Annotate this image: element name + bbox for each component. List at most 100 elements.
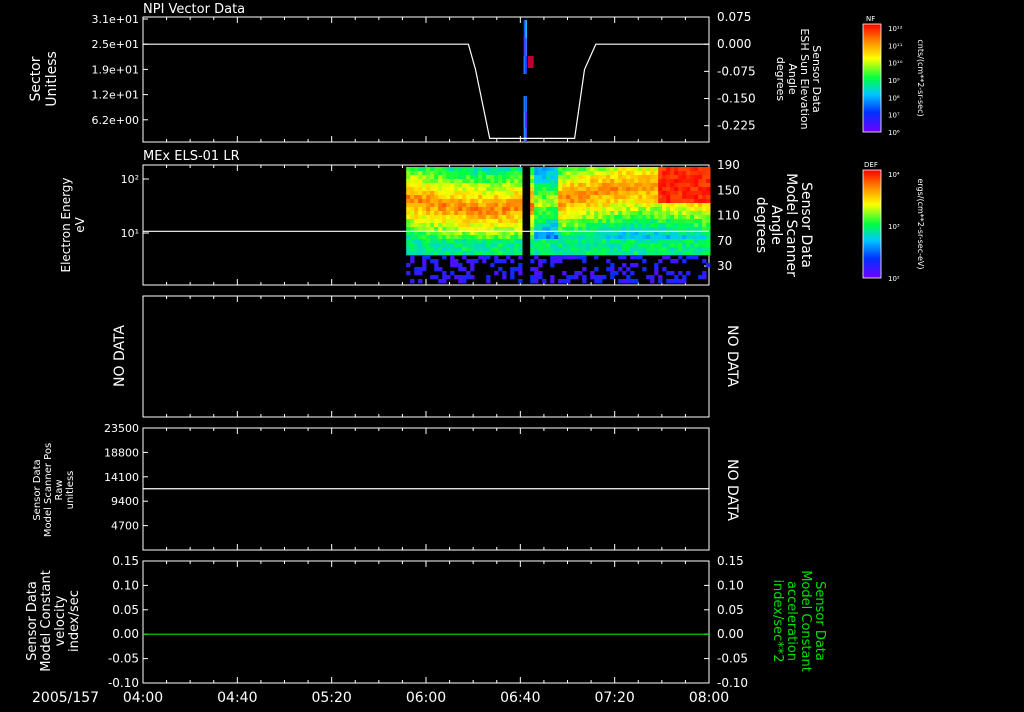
els-spectrogram-cell [606, 203, 611, 208]
els-spectrogram-cell [694, 179, 699, 184]
els-spectrogram-cell [610, 211, 615, 216]
els-spectrogram-cell [418, 187, 423, 192]
els-spectrogram-cell [582, 279, 587, 284]
els-spectrogram-cell [442, 271, 447, 276]
els-spectrogram-cell [462, 215, 467, 220]
els-spectrogram-cell [686, 195, 691, 200]
els-spectrogram-cell [686, 255, 691, 260]
els-spectrogram-cell [478, 207, 483, 212]
els-spectrogram-cell [618, 171, 623, 176]
els-spectrogram-cell [462, 203, 467, 208]
els-spectrogram-cell [662, 255, 667, 260]
els-spectrogram-cell [538, 259, 543, 264]
els-spectrogram-cell [642, 183, 647, 188]
els-spectrogram-cell [474, 259, 479, 264]
els-ytick-label: 10² [121, 173, 139, 186]
els-spectrogram-cell [630, 195, 635, 200]
els-spectrogram-cell [518, 195, 523, 200]
els-spectrogram-cell [558, 195, 563, 200]
els-spectrogram-cell [518, 183, 523, 188]
els-spectrogram-cell [498, 219, 503, 224]
els-spectrogram-cell [546, 183, 551, 188]
els-spectrogram-cell [642, 207, 647, 212]
els-spectrogram-cell [658, 167, 663, 172]
els-spectrogram-cell [490, 167, 495, 172]
els-spectrogram-cell [438, 179, 443, 184]
els-spectrogram-cell [426, 179, 431, 184]
els-spectrogram-cell [462, 247, 467, 252]
els-spectrogram-cell [486, 207, 491, 212]
els-spectrogram-cell [690, 171, 695, 176]
els-spectrogram-cell [458, 179, 463, 184]
els-spectrogram-cell [702, 251, 707, 256]
els-spectrogram-cell [682, 187, 687, 192]
els-spectrogram-cell [486, 219, 491, 224]
els-spectrogram-cell [686, 203, 691, 208]
els-spectrogram-cell [578, 255, 583, 260]
els-spectrogram-cell [654, 211, 659, 216]
els-spectrogram-cell [666, 199, 671, 204]
constant-ytick-label: 0.00 [112, 627, 139, 641]
els-spectrogram-cell [670, 207, 675, 212]
els-spectrogram-cell [406, 203, 411, 208]
els-spectrogram-cell [598, 183, 603, 188]
els-spectrogram-cell [502, 223, 507, 228]
els-spectrogram-cell [678, 167, 683, 172]
els-spectrogram-cell [434, 187, 439, 192]
els-spectrogram-cell [586, 199, 591, 204]
els-spectrogram-cell [554, 203, 559, 208]
els-spectrogram-cell [662, 191, 667, 196]
els-title: MEx ELS-01 LR [143, 149, 240, 164]
els-spectrogram-cell [678, 187, 683, 192]
els-spectrogram-cell [570, 215, 575, 220]
panel-constant-frame [142, 560, 710, 684]
els-spectrogram-cell [678, 191, 683, 196]
els-spectrogram-cell [682, 179, 687, 184]
els-spectrogram-cell [514, 191, 519, 196]
npi-title: NPI Vector Data [143, 2, 245, 17]
els-spectrogram-cell [678, 247, 683, 252]
els-spectrogram-cell [586, 239, 591, 244]
els-spectrogram-cell [530, 223, 535, 228]
els-spectrogram-cell [418, 171, 423, 176]
els-spectrogram-cell [702, 215, 707, 220]
els-spectrogram-cell [554, 183, 559, 188]
els-spectrogram-cell [646, 243, 651, 248]
els-spectrogram-cell [458, 175, 463, 180]
els-spectrogram-cell [698, 167, 703, 172]
els-spectrogram-cell [478, 243, 483, 248]
els-spectrogram-cell [566, 195, 571, 200]
els-spectrogram-cell [434, 235, 439, 240]
els-spectrogram-cell [662, 187, 667, 192]
els-spectrogram-cell [622, 255, 627, 260]
els-spectrogram-cell [578, 207, 583, 212]
els-spectrogram-cell [474, 175, 479, 180]
els-spectrogram-cell [446, 227, 451, 232]
npi-ytick-label: 6.2e+00 [92, 114, 139, 127]
els-spectrogram-cell [530, 183, 535, 188]
els-spectrogram-cell [638, 255, 643, 260]
els-spectrogram-cell [694, 251, 699, 256]
els-spectrogram-cell [414, 227, 419, 232]
els-spectrogram-cell [462, 227, 467, 232]
els-spectrogram-cell [450, 227, 455, 232]
els-spectrogram-cell [614, 243, 619, 248]
els-spectrogram-cell [498, 187, 503, 192]
els-spectrogram-cell [558, 191, 563, 196]
els-spectrogram-cell [550, 215, 555, 220]
els-spectrogram-cell [614, 171, 619, 176]
els-spectrogram-cell [666, 255, 671, 260]
els-spectrogram-cell [530, 267, 535, 272]
els-spectrogram-cell [674, 235, 679, 240]
els-spectrogram-cell [650, 243, 655, 248]
els-spectrogram-cell [518, 279, 523, 284]
els-spectrogram-cell [618, 267, 623, 272]
els-spectrogram-cell [454, 235, 459, 240]
els-spectrogram-cell [494, 211, 499, 216]
time-tick-label: 06:00 [406, 690, 446, 706]
els-spectrogram-cell [434, 179, 439, 184]
els-spectrogram-cell [418, 183, 423, 188]
els-spectrogram-cell [698, 243, 703, 248]
constant-ylabel-4: index/sec [67, 590, 82, 652]
els-spectrogram-cell [446, 191, 451, 196]
